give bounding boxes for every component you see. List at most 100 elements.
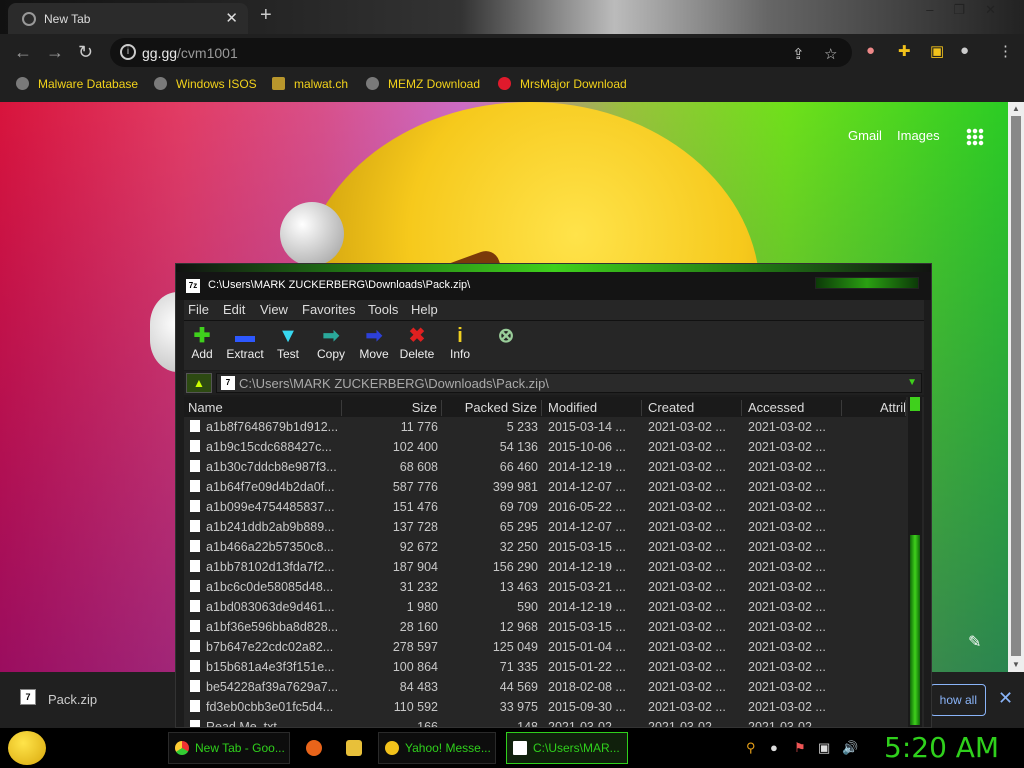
menu-file[interactable]: File (188, 302, 209, 317)
share-icon[interactable]: ⇪ (792, 45, 805, 63)
table-row[interactable]: b15b681a4e3f3f151e... 100 864 71 335 2015-0… (184, 657, 906, 677)
info-button[interactable]: i Info (436, 325, 484, 361)
scroll-down-icon[interactable]: ▼ (1012, 660, 1020, 669)
reload-icon[interactable]: ↻ (78, 42, 93, 63)
table-cell: 84 483 (399, 680, 438, 694)
table-row[interactable]: a1b241ddb2ab9b889... 137 728 65 295 2014-12… (184, 517, 906, 537)
path-field[interactable]: 7 C:\Users\MARK ZUCKERBERG\Downloads\Pac… (216, 373, 922, 393)
profile-flag-icon[interactable]: ● (866, 42, 875, 59)
add-button[interactable]: ✚ Add (178, 325, 226, 361)
gmail-link[interactable]: Gmail (848, 128, 882, 143)
close-tab-icon[interactable]: ✕ (225, 9, 238, 27)
extract-button[interactable]: ▬ Extract (221, 325, 269, 361)
action-center-icon[interactable]: ⚑ (794, 740, 806, 756)
address-bar[interactable]: i gg.gg/cvm1001 ⇪ ☆ (110, 38, 852, 67)
taskbar-item-yahoo-messenger[interactable]: Yahoo! Messe... (378, 732, 496, 764)
show-all-button[interactable]: how all (930, 684, 986, 716)
bookmark-star-icon[interactable]: ☆ (824, 45, 837, 63)
forward-icon[interactable]: → (46, 42, 64, 63)
table-row[interactable]: Read Me .txt 166 148 2021-03-02 ... 2021-03-… (184, 717, 906, 727)
new-tab-button[interactable]: + (260, 4, 272, 27)
col-accessed[interactable]: Accessed (742, 400, 842, 416)
table-cell: 151 476 (392, 500, 438, 514)
menu-help[interactable]: Help (411, 302, 438, 317)
network-icon[interactable]: ▣ (818, 740, 830, 756)
menu-tools[interactable]: Tools (368, 302, 398, 317)
col-packed-size[interactable]: Packed Size (442, 400, 542, 416)
window-titlebar[interactable]: 7z C:\Users\MARK ZUCKERBERG\Downloads\Pa… (176, 272, 931, 300)
menu-edit[interactable]: Edit (223, 302, 245, 317)
table-cell: 2021-03-02 ... (748, 460, 826, 474)
path-dropdown-icon[interactable]: ▼ (907, 377, 917, 388)
bookmark-malware-database[interactable]: Malware Database (16, 77, 138, 91)
delete-button[interactable]: ✖ Delete (393, 325, 441, 361)
back-icon[interactable]: ← (14, 42, 32, 63)
window-controls[interactable] (815, 277, 919, 289)
clock[interactable]: 5:20 AM (884, 731, 999, 764)
globe-icon (154, 77, 167, 90)
folder-icon[interactable] (346, 740, 362, 756)
restore-icon[interactable]: ❐ (953, 2, 985, 18)
scrollbar-thumb[interactable] (910, 535, 920, 725)
folder-up-icon[interactable]: ▲ (186, 373, 212, 393)
table-row[interactable]: a1bf36e596bba8d828... 28 160 12 968 2015-03… (184, 617, 906, 637)
tab-new-tab[interactable]: New Tab ✕ (8, 3, 248, 34)
move-button[interactable]: ➡ Move (350, 325, 398, 361)
copy-icon: ➡ (322, 325, 340, 347)
col-size[interactable]: Size (342, 400, 442, 416)
copy-button[interactable]: ➡ Copy (307, 325, 355, 361)
scrollbar-thumb[interactable] (1011, 116, 1021, 656)
chat-icon[interactable]: ● (770, 740, 778, 755)
table-row[interactable]: a1b9c15cdc688427c... 102 400 54 136 2015-10… (184, 437, 906, 457)
images-link[interactable]: Images (897, 128, 940, 143)
taskbar-item-7zip[interactable]: C:\Users\MAR... (506, 732, 628, 764)
sidepanel-icon[interactable]: ▣ (930, 42, 944, 60)
col-name[interactable]: Name (188, 400, 342, 416)
close-download-bar-icon[interactable]: ✕ (998, 688, 1013, 709)
table-row[interactable]: a1b466a22b57350c8... 92 672 32 250 2015-03-… (184, 537, 906, 557)
scroll-up-icon[interactable]: ▲ (1012, 104, 1020, 113)
col-created[interactable]: Created (642, 400, 742, 416)
col-modified[interactable]: Modified (542, 400, 642, 416)
extensions-icon[interactable]: ✚ (898, 42, 911, 60)
search-icon[interactable]: ⚲ (746, 740, 756, 756)
table-cell: 2015-03-21 ... (548, 580, 626, 594)
col-attributes[interactable]: Attril (842, 400, 906, 416)
google-apps-icon[interactable] (966, 128, 984, 146)
menu-view[interactable]: View (260, 302, 288, 317)
file-name-cell: a1bc6c0de58085d48... (190, 580, 340, 594)
bookmark-mrsmajor-download[interactable]: MrsMajor Download (498, 77, 627, 91)
table-row[interactable]: a1b099e4754485837... 151 476 69 709 2016-05… (184, 497, 906, 517)
scroll-up-icon[interactable] (910, 397, 920, 411)
file-name-cell: a1b64f7e09d4b2da0f... (190, 480, 340, 494)
taskbar-item-chrome[interactable]: New Tab - Goo... (168, 732, 290, 764)
menu-favorites[interactable]: Favorites (302, 302, 355, 317)
bookmark-windows-isos[interactable]: Windows ISOS (154, 77, 257, 91)
site-info-icon[interactable]: i (120, 44, 136, 60)
close-window-icon[interactable]: ✕ (985, 2, 1016, 18)
page-scrollbar[interactable]: ▲ ▼ (1008, 102, 1024, 672)
account-avatar-icon[interactable]: ● (960, 42, 969, 59)
table-row[interactable]: a1bc6c0de58085d48... 31 232 13 463 2015-03-… (184, 577, 906, 597)
minimize-icon[interactable]: – (926, 2, 953, 17)
table-cell: 2021-03-02 ... (648, 460, 726, 474)
browser-menu-icon[interactable]: ⋮ (998, 42, 1013, 60)
table-row[interactable]: fd3eb0cbb3e01fc5d4... 110 592 33 975 2015-0… (184, 697, 906, 717)
table-row[interactable]: be54228af39a7629a7... 84 483 44 569 2018-02… (184, 677, 906, 697)
test-button[interactable]: ▼ Test (264, 325, 312, 361)
benchmark-button[interactable]: ⊗ (482, 325, 530, 347)
customize-pencil-icon[interactable]: ✎ (968, 632, 981, 652)
bookmark-malwatch[interactable]: malwat.ch (272, 77, 348, 91)
firefox-icon[interactable] (306, 740, 322, 756)
table-row[interactable]: a1bd083063de9d461... 1 980 590 2014-12-19 .… (184, 597, 906, 617)
download-item[interactable]: Pack.zip (48, 692, 97, 707)
table-row[interactable]: b7b647e22cdc02a82... 278 597 125 049 2015-0… (184, 637, 906, 657)
volume-icon[interactable]: 🔊 (842, 740, 858, 756)
table-row[interactable]: a1b8f7648679b1d912... 11 776 5 233 2015-03-… (184, 417, 906, 437)
table-row[interactable]: a1bb78102d13fda7f2... 187 904 156 290 2014-… (184, 557, 906, 577)
start-button[interactable] (8, 731, 46, 765)
table-row[interactable]: a1b30c7ddcb8e987f3... 68 608 66 460 2014-12… (184, 457, 906, 477)
bookmark-memz-download[interactable]: MEMZ Download (366, 77, 480, 91)
file-list-scrollbar[interactable] (908, 397, 922, 727)
table-row[interactable]: a1b64f7e09d4b2da0f... 587 776 399 981 2014-… (184, 477, 906, 497)
